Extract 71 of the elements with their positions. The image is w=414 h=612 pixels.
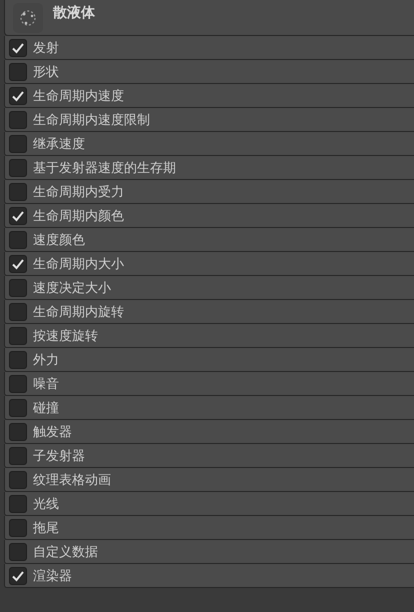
- module-row[interactable]: 拖尾: [4, 516, 414, 540]
- module-checkbox[interactable]: [9, 230, 27, 248]
- module-label: 子发射器: [33, 448, 85, 464]
- module-label: 触发器: [33, 424, 72, 440]
- module-checkbox[interactable]: [9, 326, 27, 344]
- module-checkbox[interactable]: [9, 86, 27, 104]
- module-row[interactable]: 生命周期内大小: [4, 252, 414, 276]
- module-checkbox[interactable]: [9, 446, 27, 464]
- module-checkbox[interactable]: [9, 422, 27, 440]
- module-label: 基于发射器速度的生存期: [33, 160, 176, 176]
- module-checkbox[interactable]: [9, 254, 27, 272]
- module-checkbox[interactable]: [9, 206, 27, 224]
- module-checkbox[interactable]: [9, 38, 27, 56]
- module-label: 生命周期内大小: [33, 256, 124, 272]
- module-checkbox[interactable]: [9, 182, 27, 200]
- module-row[interactable]: 形状: [4, 60, 414, 84]
- module-label: 速度决定大小: [33, 280, 111, 296]
- module-row[interactable]: 生命周期内速度: [4, 84, 414, 108]
- module-row[interactable]: 继承速度: [4, 132, 414, 156]
- module-checkbox[interactable]: [9, 278, 27, 296]
- module-row[interactable]: 自定义数据: [4, 540, 414, 564]
- module-row[interactable]: 基于发射器速度的生存期: [4, 156, 414, 180]
- module-checkbox[interactable]: [9, 134, 27, 152]
- module-checkbox[interactable]: [9, 542, 27, 560]
- module-checkbox[interactable]: [9, 494, 27, 512]
- module-checkbox[interactable]: [9, 398, 27, 416]
- module-row[interactable]: 生命周期内旋转: [4, 300, 414, 324]
- module-checkbox[interactable]: [9, 566, 27, 584]
- module-row[interactable]: 发射: [4, 36, 414, 60]
- module-label: 继承速度: [33, 136, 85, 152]
- module-label: 发射: [33, 40, 59, 56]
- module-row[interactable]: 触发器: [4, 420, 414, 444]
- module-row[interactable]: 速度颜色: [4, 228, 414, 252]
- module-label: 自定义数据: [33, 544, 98, 560]
- module-row[interactable]: 渲染器: [4, 564, 414, 588]
- module-checkbox[interactable]: [9, 374, 27, 392]
- module-checkbox[interactable]: [9, 470, 27, 488]
- module-label: 光线: [33, 496, 59, 512]
- module-label: 生命周期内受力: [33, 184, 124, 200]
- module-row[interactable]: 碰撞: [4, 396, 414, 420]
- module-checkbox[interactable]: [9, 302, 27, 320]
- module-label: 噪音: [33, 376, 59, 392]
- module-row[interactable]: 子发射器: [4, 444, 414, 468]
- module-label: 形状: [33, 64, 59, 80]
- module-row[interactable]: 生命周期内速度限制: [4, 108, 414, 132]
- module-row[interactable]: 生命周期内受力: [4, 180, 414, 204]
- module-label: 外力: [33, 352, 59, 368]
- module-label: 碰撞: [33, 400, 59, 416]
- module-row[interactable]: 生命周期内颜色: [4, 204, 414, 228]
- module-row[interactable]: 光线: [4, 492, 414, 516]
- module-label: 生命周期内速度: [33, 88, 124, 104]
- module-label: 按速度旋转: [33, 328, 98, 344]
- module-row[interactable]: 纹理表格动画: [4, 468, 414, 492]
- module-checkbox[interactable]: [9, 518, 27, 536]
- module-checkbox[interactable]: [9, 158, 27, 176]
- module-label: 生命周期内颜色: [33, 208, 124, 224]
- module-label: 速度颜色: [33, 232, 85, 248]
- module-row[interactable]: 噪音: [4, 372, 414, 396]
- module-label: 生命周期内速度限制: [33, 112, 150, 128]
- module-row[interactable]: 外力: [4, 348, 414, 372]
- module-checkbox[interactable]: [9, 350, 27, 368]
- module-checkbox[interactable]: [9, 62, 27, 80]
- module-label: 拖尾: [33, 520, 59, 536]
- module-row[interactable]: 按速度旋转: [4, 324, 414, 348]
- particles-icon: [13, 2, 43, 32]
- module-label: 渲染器: [33, 568, 72, 584]
- module-title: 散液体: [53, 4, 95, 22]
- module-label: 生命周期内旋转: [33, 304, 124, 320]
- module-row[interactable]: 速度决定大小: [4, 276, 414, 300]
- module-label: 纹理表格动画: [33, 472, 111, 488]
- module-checkbox[interactable]: [9, 110, 27, 128]
